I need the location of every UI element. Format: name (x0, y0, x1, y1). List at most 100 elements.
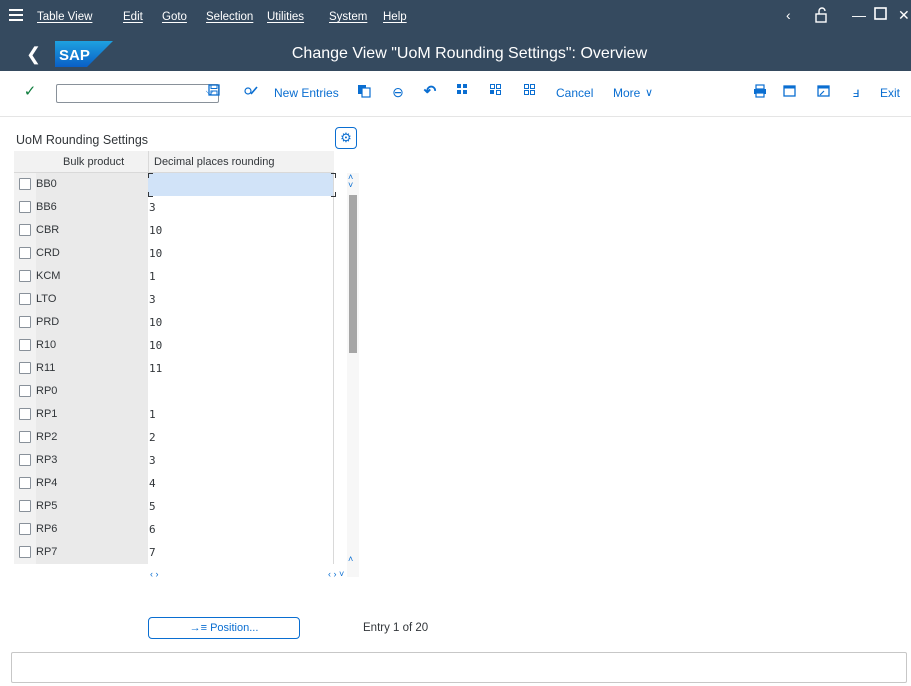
table-row-selector[interactable] (14, 426, 36, 449)
row-checkbox[interactable] (19, 339, 31, 351)
table-row-selector[interactable] (14, 219, 36, 242)
print-icon[interactable] (752, 84, 768, 100)
row-checkbox[interactable] (19, 178, 31, 190)
cell-decimal-places[interactable]: 10 (148, 242, 334, 265)
row-checkbox[interactable] (19, 546, 31, 558)
table-row-selector[interactable] (14, 541, 36, 564)
table-row-selector[interactable] (14, 357, 36, 380)
select-block-icon[interactable] (488, 84, 504, 100)
select-all-icon[interactable] (455, 84, 471, 100)
cell-decimal-places[interactable]: 10 (148, 219, 334, 242)
cell-decimal-places[interactable]: 1 (148, 403, 334, 426)
menu-utilities[interactable]: Utilities (267, 11, 304, 23)
command-field[interactable]: ⌵ (56, 84, 219, 103)
row-checkbox[interactable] (19, 523, 31, 535)
cell-decimal-places[interactable]: 10 (148, 334, 334, 357)
cell-decimal-places[interactable] (148, 380, 334, 403)
new-entries-button[interactable]: New Entries (274, 86, 339, 100)
scroll-up-icon[interactable]: ˄ ˅ (348, 173, 353, 190)
table-row-selector[interactable] (14, 265, 36, 288)
table-settings-gear-icon[interactable]: ⚙ (335, 127, 357, 149)
cell-uom: CRD (36, 242, 148, 265)
more-button[interactable]: More (613, 86, 640, 100)
copy-icon[interactable] (356, 84, 372, 100)
minimize-icon[interactable]: — (852, 7, 866, 23)
row-checkbox[interactable] (19, 293, 31, 305)
exit-button[interactable]: Exit (880, 86, 900, 100)
row-checkbox[interactable] (19, 385, 31, 397)
row-checkbox[interactable] (19, 224, 31, 236)
row-checkbox[interactable] (19, 408, 31, 420)
table-row-selector[interactable] (14, 311, 36, 334)
hscroll-uom-icon[interactable]: ‹ › (150, 569, 159, 579)
menu-help[interactable]: Help (383, 11, 407, 23)
row-checkbox[interactable] (19, 247, 31, 259)
cell-decimal-places[interactable] (148, 173, 334, 196)
undo-icon[interactable]: ↶ (422, 84, 438, 100)
position-button[interactable]: →≡ Position... (148, 617, 300, 639)
select-all-column-header[interactable] (14, 151, 36, 173)
deselect-all-icon[interactable] (522, 84, 538, 100)
cancel-button[interactable]: Cancel (556, 86, 593, 100)
cell-uom: RP7 (36, 541, 148, 564)
table-row-selector[interactable] (14, 288, 36, 311)
row-checkbox[interactable] (19, 201, 31, 213)
new-window-icon[interactable] (782, 84, 798, 100)
delete-icon[interactable]: ⊖ (390, 84, 406, 100)
table-row-selector[interactable] (14, 449, 36, 472)
cell-uom: RP0 (36, 380, 148, 403)
row-checkbox[interactable] (19, 270, 31, 282)
hscroll-decimals-icon[interactable]: ‹ › ˅ (328, 569, 344, 579)
unlock-icon[interactable] (815, 7, 829, 26)
menu-edit[interactable]: Edit (123, 11, 143, 23)
checkmark-icon[interactable]: ✓ (22, 84, 38, 100)
cell-decimal-places[interactable]: 6 (148, 518, 334, 541)
maximize-icon[interactable] (874, 7, 887, 23)
vertical-scrollbar[interactable]: ˄ ˅ ˄ (347, 173, 359, 577)
cell-decimal-places[interactable]: 1 (148, 265, 334, 288)
table-row-selector[interactable] (14, 495, 36, 518)
close-icon[interactable]: ✕ (898, 7, 910, 24)
menu-goto[interactable]: Goto (162, 11, 187, 23)
cell-uom: CBR (36, 219, 148, 242)
cell-decimal-places[interactable]: 3 (148, 196, 334, 219)
cell-decimal-places[interactable]: 5 (148, 495, 334, 518)
customize-icon[interactable]: ⅎ (848, 84, 864, 100)
save-icon[interactable] (206, 84, 222, 100)
row-checkbox[interactable] (19, 362, 31, 374)
cell-decimal-places[interactable]: 11 (148, 357, 334, 380)
table-row-selector[interactable] (14, 403, 36, 426)
cell-decimal-places[interactable]: 2 (148, 426, 334, 449)
column-header-decimals[interactable]: Decimal places rounding (148, 151, 334, 173)
more-chevron-icon[interactable]: ∨ (645, 86, 653, 99)
table-row-selector[interactable] (14, 196, 36, 219)
table-row-selector[interactable] (14, 518, 36, 541)
column-header-uom[interactable]: Bulk product UoM (36, 151, 148, 190)
row-checkbox[interactable] (19, 477, 31, 489)
row-checkbox[interactable] (19, 500, 31, 512)
row-checkbox[interactable] (19, 431, 31, 443)
scroll-down-icon[interactable]: ˄ (348, 555, 353, 564)
cell-uom: RP5 (36, 495, 148, 518)
table-row-selector[interactable] (14, 173, 36, 196)
table-row-selector[interactable] (14, 334, 36, 357)
menu-system[interactable]: System (329, 11, 367, 23)
hamburger-menu-icon[interactable] (9, 9, 23, 23)
cell-decimal-places[interactable]: 4 (148, 472, 334, 495)
menu-selection[interactable]: Selection (206, 11, 253, 23)
table-row-selector[interactable] (14, 380, 36, 403)
menu-table-view[interactable]: Table View (37, 11, 92, 23)
cell-decimal-places[interactable]: 3 (148, 288, 334, 311)
table-row-selector[interactable] (14, 472, 36, 495)
application-toolbar: ✓ ⌵ New Entries ⊖ ↶ Cancel More ∨ ⅎ Exit (0, 71, 911, 117)
open-window-icon[interactable] (815, 84, 831, 100)
nav-left-icon[interactable]: ‹ (786, 7, 791, 23)
row-checkbox[interactable] (19, 454, 31, 466)
cell-decimal-places[interactable]: 7 (148, 541, 334, 564)
cell-decimal-places[interactable]: 10 (148, 311, 334, 334)
scrollbar-thumb[interactable] (349, 195, 357, 353)
row-checkbox[interactable] (19, 316, 31, 328)
display-change-icon[interactable] (243, 84, 259, 100)
table-row-selector[interactable] (14, 242, 36, 265)
cell-decimal-places[interactable]: 3 (148, 449, 334, 472)
